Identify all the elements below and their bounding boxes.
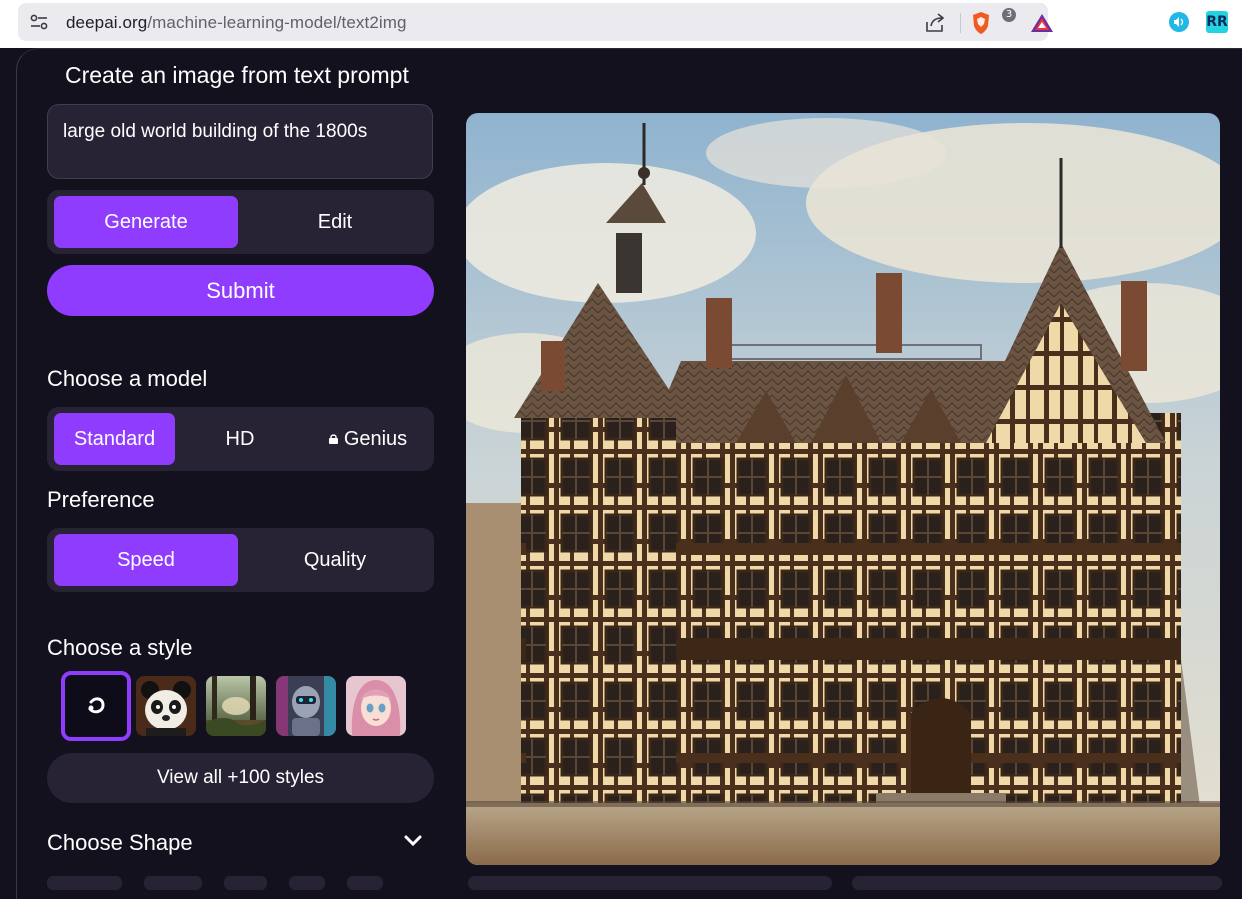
style-panda-thumb[interactable]: [136, 676, 196, 736]
shape-option[interactable]: [347, 876, 383, 890]
audio-extension-icon[interactable]: [1168, 11, 1190, 33]
site-info-icon[interactable]: [30, 14, 48, 30]
model-heading: Choose a model: [47, 366, 208, 391]
model-genius-label: Genius: [343, 428, 408, 450]
browser-toolbar: deepai.org/machine-learning-model/text2i…: [0, 0, 1242, 48]
model-hd-option[interactable]: HD: [179, 413, 301, 465]
generated-building-picture: [466, 113, 1220, 865]
shape-heading: Choose Shape: [47, 830, 193, 855]
submit-button[interactable]: Submit: [47, 265, 434, 316]
preference-selector: Speed Quality: [47, 528, 434, 592]
generated-image[interactable]: [466, 113, 1220, 865]
preference-speed-option[interactable]: Speed: [54, 534, 238, 586]
prompt-input-value[interactable]: large old world building of the 1800s: [63, 121, 367, 143]
image-action-bar[interactable]: [468, 876, 832, 890]
shape-option[interactable]: [289, 876, 325, 890]
model-genius-option[interactable]: Genius: [305, 413, 431, 465]
brave-rewards-icon[interactable]: [1030, 12, 1054, 34]
url-text[interactable]: deepai.org/machine-learning-model/text2i…: [66, 13, 407, 33]
shape-option[interactable]: [144, 876, 202, 890]
brave-shields-icon[interactable]: [970, 11, 992, 35]
style-default-thumb[interactable]: [61, 671, 131, 741]
url-domain: deepai.org: [66, 13, 148, 32]
edit-tab[interactable]: Edit: [242, 196, 428, 248]
mode-toggle: Generate Edit: [47, 190, 434, 254]
prompt-input[interactable]: large old world building of the 1800s: [47, 104, 433, 179]
shields-badge: 3: [1002, 8, 1016, 22]
style-heading: Choose a style: [47, 635, 193, 660]
panda-style-image: [136, 676, 196, 736]
chevron-down-icon[interactable]: [402, 833, 424, 849]
page-title: Create an image from text prompt: [65, 62, 409, 88]
address-bar[interactable]: deepai.org/machine-learning-model/text2i…: [18, 3, 1053, 41]
toolbar-divider: [960, 13, 961, 33]
style-forest-thumb[interactable]: [206, 676, 266, 736]
shape-option[interactable]: [47, 876, 122, 890]
generate-tab[interactable]: Generate: [54, 196, 238, 248]
forest-style-image: [206, 676, 266, 736]
preference-heading: Preference: [47, 487, 155, 512]
url-path: /machine-learning-model/text2img: [147, 13, 407, 32]
model-standard-option[interactable]: Standard: [54, 413, 175, 465]
preference-quality-option[interactable]: Quality: [242, 534, 428, 586]
default-style-icon: [88, 697, 105, 714]
lock-icon: [328, 434, 338, 444]
style-anime-thumb[interactable]: [346, 676, 406, 736]
cyborg-style-image: [276, 676, 336, 736]
shape-option[interactable]: [224, 876, 267, 890]
view-all-styles-button[interactable]: View all +100 styles: [47, 753, 434, 803]
model-selector: Standard HD Genius: [47, 407, 434, 471]
image-action-bar[interactable]: [852, 876, 1222, 890]
rr-extension-icon[interactable]: RR: [1206, 11, 1228, 33]
style-cyborg-thumb[interactable]: [276, 676, 336, 736]
share-icon[interactable]: [924, 12, 946, 34]
anime-girl-style-image: [346, 676, 406, 736]
